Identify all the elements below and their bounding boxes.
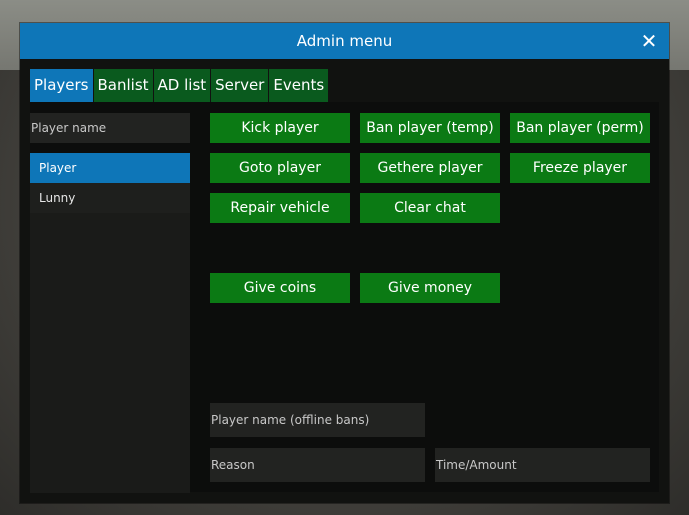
clear-chat-button[interactable]: Clear chat xyxy=(360,193,500,223)
window-title: Admin menu xyxy=(296,32,393,50)
reason-field[interactable]: Reason xyxy=(210,448,425,482)
give-money-button[interactable]: Give money xyxy=(360,273,500,303)
admin-menu-window: Admin menu ✕ Players Banlist AD list Ser… xyxy=(20,23,669,503)
player-name-search-input[interactable]: Player name xyxy=(30,113,190,143)
player-list-item[interactable]: Lunny xyxy=(30,183,190,213)
title-bar: Admin menu ✕ xyxy=(20,23,669,59)
gethere-player-button[interactable]: Gethere player xyxy=(360,153,500,183)
player-list: Player Lunny xyxy=(30,153,190,493)
kick-player-button[interactable]: Kick player xyxy=(210,113,350,143)
tab-server[interactable]: Server xyxy=(211,69,269,102)
tab-events[interactable]: Events xyxy=(269,69,329,102)
ban-player-perm-button[interactable]: Ban player (perm) xyxy=(510,113,650,143)
tab-ad-list[interactable]: AD list xyxy=(153,69,211,102)
goto-player-button[interactable]: Goto player xyxy=(210,153,350,183)
tab-bar: Players Banlist AD list Server Events xyxy=(30,69,329,102)
give-coins-button[interactable]: Give coins xyxy=(210,273,350,303)
time-amount-field[interactable]: Time/Amount xyxy=(435,448,650,482)
offline-ban-name-field[interactable]: Player name (offline bans) xyxy=(210,403,425,437)
close-icon[interactable]: ✕ xyxy=(637,29,661,53)
player-list-item[interactable]: Player xyxy=(30,153,190,183)
repair-vehicle-button[interactable]: Repair vehicle xyxy=(210,193,350,223)
ban-player-temp-button[interactable]: Ban player (temp) xyxy=(360,113,500,143)
tab-players[interactable]: Players xyxy=(30,69,93,102)
tab-banlist[interactable]: Banlist xyxy=(93,69,153,102)
freeze-player-button[interactable]: Freeze player xyxy=(510,153,650,183)
